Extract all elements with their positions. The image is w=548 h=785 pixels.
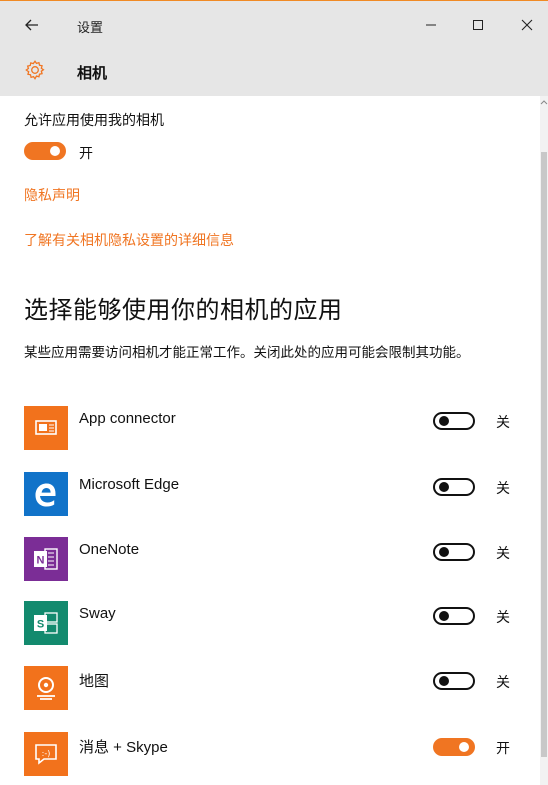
maps-icon — [24, 666, 68, 710]
svg-text:S: S — [37, 619, 44, 631]
privacy-statement-link[interactable]: 隐私声明 — [24, 185, 80, 205]
toggle-knob — [439, 676, 449, 686]
settings-content: 允许应用使用我的相机 开 隐私声明 了解有关相机隐私设置的详细信息 选择能够使用… — [0, 96, 540, 785]
app-toggle-state: 关 — [496, 414, 510, 430]
minimize-button[interactable] — [416, 13, 446, 37]
scroll-up-icon[interactable] — [540, 96, 548, 108]
sway-icon: S — [24, 601, 68, 645]
app-name: Sway — [79, 605, 116, 622]
scrollbar-thumb[interactable] — [541, 152, 547, 757]
back-arrow-icon — [25, 19, 38, 31]
app-name: Microsoft Edge — [79, 476, 180, 493]
toggle-knob — [439, 611, 449, 621]
gear-icon — [25, 60, 45, 80]
sway-toggle[interactable] — [433, 607, 475, 625]
apps-section-title: 选择能够使用你的相机的应用 — [24, 296, 343, 324]
app-name: App connector — [79, 410, 176, 427]
vertical-scrollbar[interactable] — [540, 96, 548, 785]
app-toggle-state: 关 — [496, 609, 510, 625]
app-name: 地图 — [79, 673, 110, 690]
app-toggle-state: 关 — [496, 480, 510, 496]
app-row-messaging-skype: :-) 消息 + Skype 开 — [0, 732, 540, 782]
svg-text::-): :-) — [42, 749, 51, 758]
back-button[interactable] — [22, 15, 42, 35]
onenote-toggle[interactable] — [433, 543, 475, 561]
app-row-sway: S Sway 关 — [0, 601, 540, 651]
toggle-knob — [439, 482, 449, 492]
page-title: 相机 — [77, 65, 108, 82]
app-toggle-state: 关 — [496, 674, 510, 690]
learn-more-link[interactable]: 了解有关相机隐私设置的详细信息 — [24, 230, 234, 250]
maps-toggle[interactable] — [433, 672, 475, 690]
allow-camera-state: 开 — [79, 145, 93, 161]
app-row-microsoft-edge: Microsoft Edge 关 — [0, 472, 540, 522]
toggle-knob — [50, 146, 60, 156]
onenote-icon: N — [24, 537, 68, 581]
title-bar: 设置 — [0, 0, 548, 51]
close-icon — [521, 19, 533, 31]
app-row-maps: 地图 关 — [0, 666, 540, 716]
allow-camera-toggle[interactable] — [24, 142, 66, 160]
app-row-app-connector: App connector 关 — [0, 406, 540, 456]
page-header: 相机 — [0, 51, 548, 96]
app-connector-icon — [24, 406, 68, 450]
app-connector-toggle[interactable] — [433, 412, 475, 430]
microsoft-edge-toggle[interactable] — [433, 478, 475, 496]
toggle-knob — [439, 547, 449, 557]
minimize-icon — [426, 24, 436, 26]
app-row-onenote: N OneNote 关 — [0, 537, 540, 587]
app-name: OneNote — [79, 541, 140, 558]
app-toggle-state: 关 — [496, 545, 510, 561]
messaging-skype-icon: :-) — [24, 732, 68, 776]
close-button[interactable] — [512, 13, 542, 37]
messaging-skype-toggle[interactable] — [433, 738, 475, 756]
edge-icon — [24, 472, 68, 516]
allow-camera-label: 允许应用使用我的相机 — [24, 112, 164, 128]
apps-section-description: 某些应用需要访问相机才能正常工作。关闭此处的应用可能会限制其功能。 — [24, 345, 470, 360]
toggle-knob — [459, 742, 469, 752]
maximize-button[interactable] — [463, 13, 493, 37]
toggle-knob — [439, 416, 449, 426]
app-toggle-state: 开 — [496, 740, 510, 756]
window-title: 设置 — [77, 20, 104, 35]
app-name: 消息 + Skype — [79, 739, 168, 756]
svg-text:N: N — [37, 555, 45, 567]
maximize-icon — [473, 20, 483, 30]
